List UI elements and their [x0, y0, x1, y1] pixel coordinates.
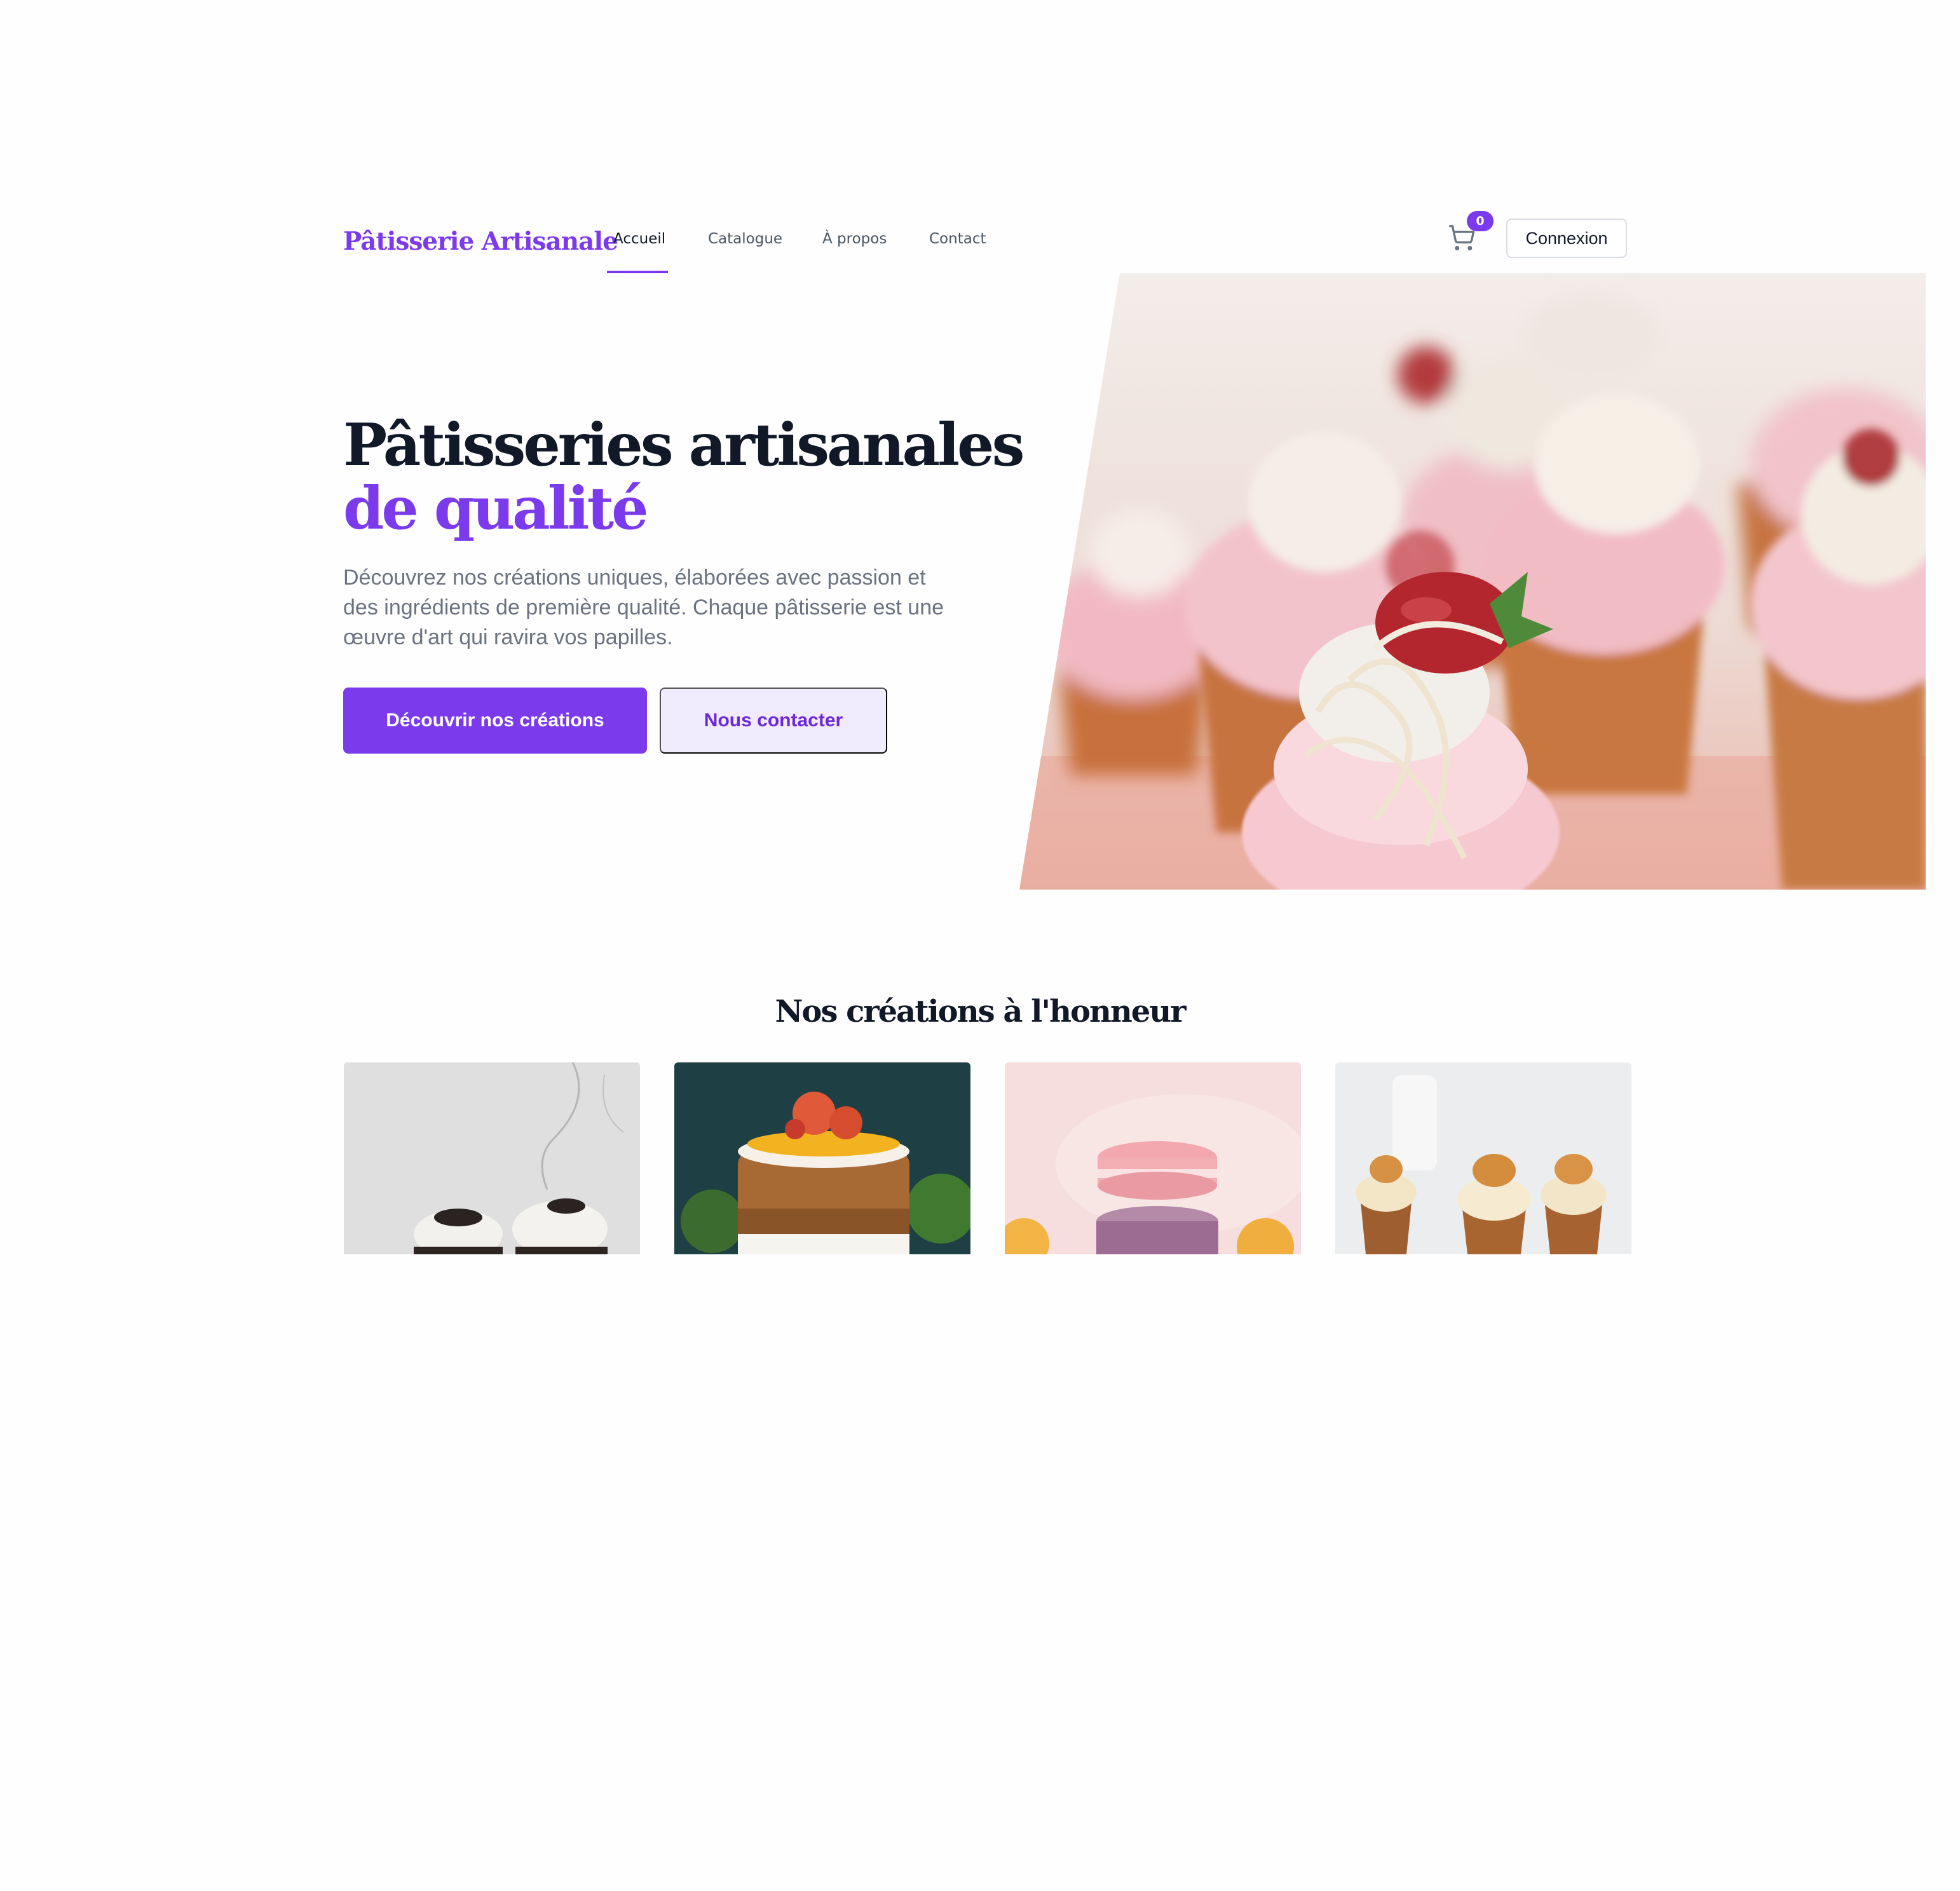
featured-section-title: Nos créations à l'honneur [775, 994, 1186, 1029]
nav-link-a-propos[interactable]: À propos [822, 226, 887, 252]
active-nav-indicator [607, 271, 668, 273]
hero-title: Pâtisseries artisanales de qualité [343, 410, 1024, 543]
contact-us-button[interactable]: Nous contacter [660, 688, 887, 754]
oreo-cupcakes-image [344, 1062, 640, 1254]
discover-creations-button[interactable]: Découvrir nos créations [343, 688, 647, 754]
hero-description: Découvrez nos créations uniques, élaboré… [343, 566, 944, 649]
hero-title-line1: Pâtisseries artisanales [343, 410, 1024, 479]
site-logo[interactable]: Pâtisserie Artisanale [343, 222, 618, 261]
product-card-image[interactable] [1005, 1062, 1301, 1254]
product-card-image[interactable] [344, 1062, 640, 1254]
nav-link-catalogue[interactable]: Catalogue [708, 226, 782, 252]
waffle-cupcakes-image [1335, 1062, 1631, 1254]
nav-link-contact[interactable]: Contact [929, 226, 986, 252]
product-card-image[interactable] [1335, 1062, 1631, 1254]
cart-count-badge: 0 [1467, 211, 1494, 231]
hero-cupcakes-image [1019, 273, 1926, 890]
fruit-cake-image [674, 1062, 970, 1254]
login-button[interactable]: Connexion [1506, 219, 1627, 258]
nav-link-accueil[interactable]: Accueil [613, 226, 665, 252]
product-card-image[interactable] [674, 1062, 970, 1254]
macarons-image [1005, 1062, 1301, 1254]
hero-title-line2: de qualité [343, 474, 649, 543]
